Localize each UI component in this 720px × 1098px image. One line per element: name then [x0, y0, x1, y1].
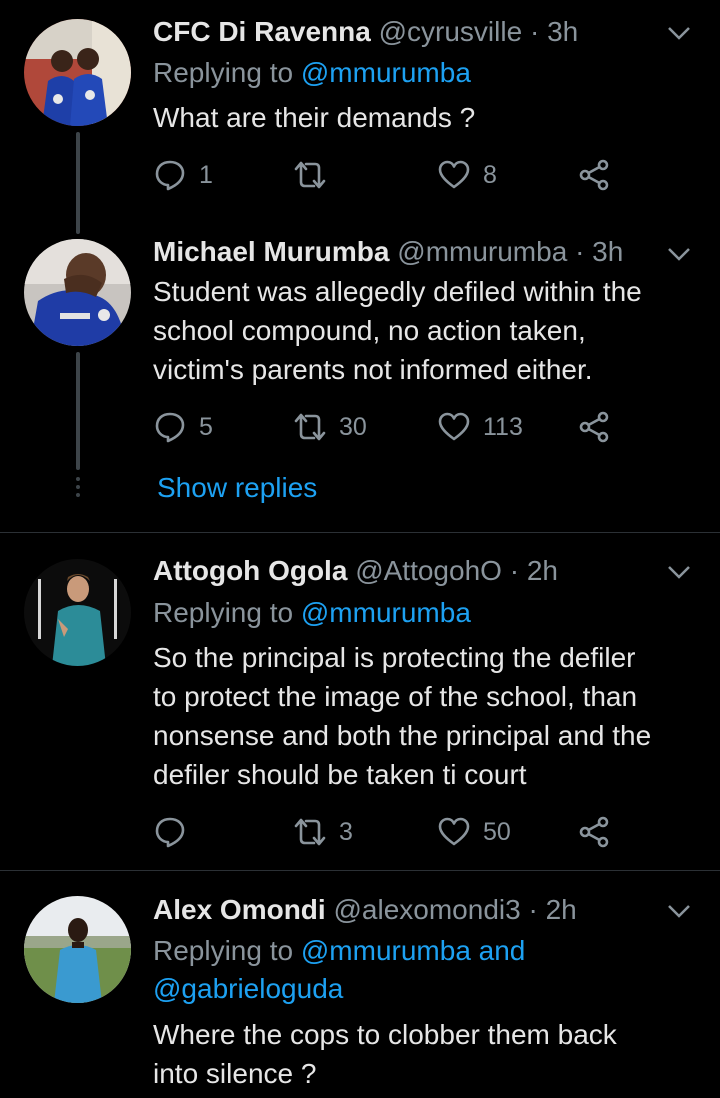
replying-to: Replying to @mmurumba [153, 54, 700, 92]
chevron-down-icon[interactable] [666, 898, 692, 924]
replying-prefix: Replying to [153, 597, 301, 628]
like-button[interactable]: 50 [437, 812, 511, 852]
mention-link[interactable]: @gabrieloguda [153, 970, 700, 1008]
like-button[interactable]: 113 [437, 407, 523, 447]
separator-dot: · [575, 236, 585, 267]
heart-icon [438, 412, 470, 441]
tweet-header: Attogoh Ogola @AttogohO · 2h [153, 554, 660, 588]
replying-prefix: Replying to [153, 57, 301, 88]
reply-button[interactable]: 5 [153, 407, 213, 447]
tweet-header: Alex Omondi @alexomondi3 · 2h [153, 893, 660, 927]
retweet-button[interactable] [293, 155, 339, 195]
mention-link[interactable]: @mmurumba and [301, 935, 526, 966]
replying-prefix: Replying to [153, 935, 301, 966]
tweet-text-line: Student was allegedly defiled within the [153, 276, 642, 307]
share-button[interactable] [577, 155, 611, 195]
retweet-icon [294, 413, 326, 441]
thread-line [76, 132, 80, 220]
thread-dots [74, 477, 82, 501]
mention-link[interactable]: @mmurumba [301, 57, 471, 88]
separator-dot: · [528, 894, 538, 925]
display-name[interactable]: CFC Di Ravenna [153, 16, 371, 47]
share-button[interactable] [577, 407, 611, 447]
tweet-header: Michael Murumba @mmurumba · 3h [153, 235, 660, 269]
retweet-count: 3 [339, 817, 353, 846]
display-name[interactable]: Attogoh Ogola [153, 555, 347, 586]
retweet-button[interactable]: 3 [293, 812, 353, 852]
tweet-text-line: nonsense and both the principal and the [153, 720, 652, 751]
share-icon [579, 411, 609, 443]
tweet-text: What are their demands ? [153, 102, 476, 133]
avatar[interactable] [24, 559, 131, 666]
tweet-text-line: victim's parents not informed either. [153, 354, 593, 385]
tweet-text: So the principal is protecting the defil… [153, 638, 700, 794]
share-icon [579, 816, 609, 848]
reply-button[interactable] [153, 812, 199, 852]
reply-count: 1 [199, 160, 213, 189]
timestamp[interactable]: 2h [527, 555, 558, 586]
reply-icon [155, 817, 185, 848]
tweet-text-line: So the principal is protecting the defil… [153, 642, 636, 673]
separator-dot: · [509, 555, 520, 586]
retweet-icon [294, 818, 326, 846]
user-handle[interactable]: @cyrusville [379, 16, 523, 47]
user-handle[interactable]: @AttogohO [355, 555, 502, 586]
thread-line [76, 210, 80, 234]
user-handle[interactable]: @mmurumba [397, 236, 567, 267]
like-count: 50 [483, 817, 511, 846]
like-count: 8 [483, 160, 497, 189]
avatar[interactable] [24, 19, 131, 126]
share-icon [579, 159, 609, 191]
user-handle[interactable]: @alexomondi3 [333, 894, 520, 925]
avatar[interactable] [24, 239, 131, 346]
chevron-down-icon[interactable] [666, 559, 692, 585]
reply-icon [155, 412, 185, 443]
tweet-actions: 3 50 [153, 812, 633, 852]
tweet-text-line: to protect the image of the school, than [153, 681, 638, 712]
display-name[interactable]: Alex Omondi [153, 894, 326, 925]
reply-icon [155, 160, 185, 191]
chevron-down-icon[interactable] [666, 241, 692, 267]
thread-line [76, 352, 80, 470]
reply-count: 5 [199, 412, 213, 441]
reply-button[interactable]: 1 [153, 155, 213, 195]
tweet-cfc-di-ravenna[interactable]: CFC Di Ravenna @cyrusville · 3h Replying… [0, 0, 720, 220]
tweet-text-line: school compound, no action taken, [153, 315, 586, 346]
replying-to: Replying to @mmurumba and @gabrieloguda [153, 932, 700, 1008]
like-count: 113 [483, 412, 523, 441]
retweet-icon [294, 161, 326, 189]
tweet-text: Student was allegedly defiled within the… [153, 272, 700, 389]
tweet-actions: 5 30 113 [153, 407, 633, 447]
tweet-text: Where the cops to clobber them back into… [153, 1015, 700, 1093]
timestamp[interactable]: 3h [592, 236, 623, 267]
tweet-actions: 1 8 [153, 155, 633, 195]
heart-icon [438, 160, 470, 189]
display-name[interactable]: Michael Murumba [153, 236, 389, 267]
separator-dot: · [529, 16, 540, 47]
avatar[interactable] [24, 896, 131, 1003]
share-button[interactable] [577, 812, 611, 852]
retweet-count: 30 [339, 412, 367, 441]
tweet-alex-omondi[interactable]: Alex Omondi @alexomondi3 · 2h Replying t… [0, 871, 720, 1098]
show-replies-link[interactable]: Show replies [157, 472, 317, 504]
chevron-down-icon[interactable] [666, 20, 692, 46]
replying-to: Replying to @mmurumba [153, 594, 700, 632]
tweet-attogoh-ogola[interactable]: Attogoh Ogola @AttogohO · 2h Replying to… [0, 533, 720, 870]
tweet-text-line: defiler should be taken ti court [153, 759, 527, 790]
heart-icon [438, 817, 470, 846]
tweet-text-line: into silence ? [153, 1058, 317, 1089]
tweet-michael-murumba[interactable]: Michael Murumba @mmurumba · 3h Student w… [0, 210, 720, 532]
mention-link[interactable]: @mmurumba [301, 597, 471, 628]
tweet-text-line: Where the cops to clobber them back [153, 1019, 617, 1050]
timestamp[interactable]: 3h [547, 16, 578, 47]
retweet-button[interactable]: 30 [293, 407, 367, 447]
tweet-header: CFC Di Ravenna @cyrusville · 3h [153, 15, 660, 49]
like-button[interactable]: 8 [437, 155, 497, 195]
timestamp[interactable]: 2h [546, 894, 577, 925]
